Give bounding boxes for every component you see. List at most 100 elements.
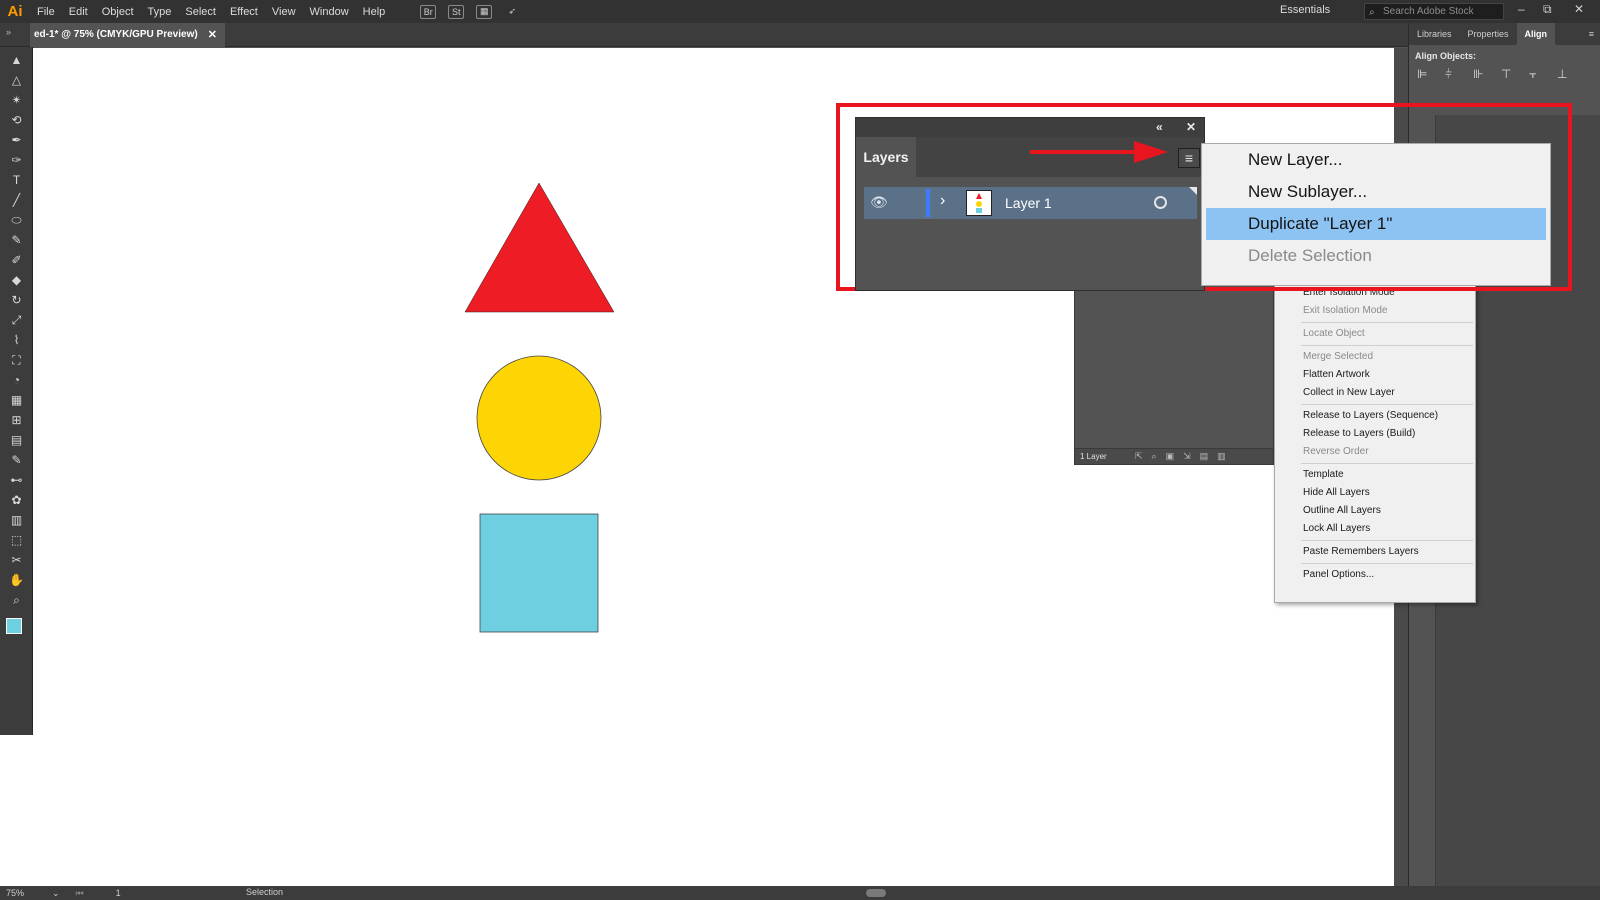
gpu-performance-icon[interactable]: ➶ <box>504 5 520 19</box>
tab-align[interactable]: Align <box>1516 23 1556 45</box>
current-tool-status: Selection <box>246 887 284 897</box>
pen-tool[interactable]: ✒ <box>0 130 33 150</box>
paintbrush-tool[interactable]: ✎ <box>0 230 33 250</box>
eraser-tool[interactable]: ◆ <box>0 270 33 290</box>
magic-wand-tool[interactable]: ✴ <box>0 90 33 110</box>
menu-view[interactable]: View <box>265 6 303 18</box>
minimize-button[interactable]: – <box>1518 2 1525 16</box>
free-transform-tool[interactable]: ⛶ <box>0 350 33 370</box>
status-bar: 75% ⌄ ⏮ 1 Selection <box>0 886 1600 900</box>
layers-footer-icons[interactable]: ⇱⌕▣⇲▤▥ <box>1135 449 1235 464</box>
mesh-tool[interactable]: ⊞ <box>0 410 33 430</box>
fill-stroke-swatch[interactable] <box>6 618 22 634</box>
context-menu-item[interactable]: Panel Options... <box>1275 566 1475 584</box>
tab-libraries[interactable]: Libraries <box>1409 23 1460 45</box>
context-menu-item[interactable]: Collect in New Layer <box>1275 384 1475 402</box>
menu-select[interactable]: Select <box>178 6 223 18</box>
menu-window[interactable]: Window <box>303 6 356 18</box>
menu-separator <box>1301 404 1473 405</box>
rectangle-tool[interactable]: ⬭ <box>0 210 33 230</box>
bridge-icon[interactable]: Br <box>420 4 437 19</box>
yellow-circle[interactable] <box>476 355 602 481</box>
shaper-tool[interactable]: ✐ <box>0 250 33 270</box>
line-tool[interactable]: ╱ <box>0 190 33 210</box>
align-left-icon[interactable]: ⊫ <box>1417 67 1433 81</box>
arrange-documents-icon[interactable]: ▦ <box>476 4 493 19</box>
tab-properties[interactable]: Properties <box>1460 23 1517 45</box>
align-vcenter-icon[interactable]: ⫟ <box>1529 67 1545 81</box>
rotate-tool[interactable]: ↻ <box>0 290 33 310</box>
workspace-switcher[interactable]: Essentials <box>1280 4 1330 16</box>
type-tool[interactable]: T <box>0 170 33 190</box>
slice-tool[interactable]: ✂ <box>0 550 33 570</box>
curvature-tool[interactable]: ✑ <box>0 150 33 170</box>
shape-builder-tool[interactable]: ◔ <box>0 370 33 390</box>
expand-layer-icon[interactable]: › <box>940 192 945 210</box>
tab-layers[interactable]: Layers <box>856 137 916 177</box>
align-hcenter-icon[interactable]: ⫩ <box>1445 67 1461 81</box>
zoom-level[interactable]: 75% <box>0 888 40 898</box>
layer-thumbnail <box>966 190 992 216</box>
context-menu-item[interactable]: Release to Layers (Sequence) <box>1275 407 1475 425</box>
collapse-panel-icon[interactable]: « <box>1156 120 1163 134</box>
red-triangle[interactable] <box>464 182 615 313</box>
context-menu-item[interactable]: Template <box>1275 466 1475 484</box>
horizontal-scrollbar-thumb[interactable] <box>866 889 886 897</box>
scale-tool[interactable]: ⤢ <box>0 310 33 330</box>
menu-effect[interactable]: Effect <box>223 6 265 18</box>
close-tab-icon[interactable]: ✕ <box>208 23 217 47</box>
close-app-button[interactable]: ✕ <box>1574 2 1584 16</box>
column-graph-tool[interactable]: ▥ <box>0 510 33 530</box>
context-menu-item[interactable]: Lock All Layers <box>1275 520 1475 538</box>
align-top-icon[interactable]: ⊤ <box>1501 67 1517 81</box>
cyan-square[interactable] <box>479 513 599 633</box>
menu-bar: Ai File Edit Object Type Select Effect V… <box>0 0 1600 23</box>
visibility-eye-icon[interactable]: 👁 <box>870 194 888 211</box>
context-menu-item[interactable]: Outline All Layers <box>1275 502 1475 520</box>
context-menu-item[interactable]: Hide All Layers <box>1275 484 1475 502</box>
first-artboard-icon[interactable]: ⏮ <box>76 888 84 899</box>
zoomed-flyout-menu: New Layer... New Sublayer... Duplicate "La… <box>1201 143 1551 286</box>
layer-name[interactable]: Layer 1 <box>1005 195 1052 211</box>
align-right-icon[interactable]: ⊪ <box>1473 67 1489 81</box>
menu-type[interactable]: Type <box>141 6 179 18</box>
menu-object[interactable]: Object <box>95 6 141 18</box>
context-menu-item[interactable]: Flatten Artwork <box>1275 366 1475 384</box>
menu-edit[interactable]: Edit <box>62 6 95 18</box>
artboard-tool[interactable]: ⬚ <box>0 530 33 550</box>
document-tab[interactable]: ed-1* @ 75% (CMYK/GPU Preview) ✕ <box>30 23 225 47</box>
artboard-number[interactable]: 1 <box>116 888 121 898</box>
layers-panel-menu-button[interactable]: ≡ <box>1178 148 1200 168</box>
flyout-menu-item[interactable]: Duplicate "Layer 1" <box>1206 208 1546 240</box>
selection-corner-icon <box>1189 187 1197 195</box>
flyout-menu-item[interactable]: New Layer... <box>1202 144 1550 176</box>
collapse-toolbar-icon[interactable]: » <box>6 27 11 37</box>
eyedropper-tool[interactable]: ✎ <box>0 450 33 470</box>
target-circle-icon[interactable] <box>1154 196 1167 209</box>
selection-tool[interactable]: ▲ <box>0 50 33 70</box>
gradient-tool[interactable]: ▤ <box>0 430 33 450</box>
hand-tool[interactable]: ✋ <box>0 570 33 590</box>
menu-file[interactable]: File <box>30 6 62 18</box>
close-panel-icon[interactable]: ✕ <box>1186 120 1196 134</box>
direct-selection-tool[interactable]: △ <box>0 70 33 90</box>
context-menu-item[interactable]: Release to Layers (Build) <box>1275 425 1475 443</box>
restore-button[interactable]: ⧉ <box>1543 2 1552 17</box>
symbol-sprayer-tool[interactable]: ✿ <box>0 490 33 510</box>
zoom-dropdown-icon[interactable]: ⌄ <box>52 888 60 899</box>
stock-icon[interactable]: St <box>448 4 465 19</box>
panel-menu-icon[interactable]: ≡ <box>1589 29 1600 39</box>
perspective-grid-tool[interactable]: ▦ <box>0 390 33 410</box>
lasso-tool[interactable]: ⟲ <box>0 110 33 130</box>
search-stock-input[interactable]: ⌕ Search Adobe Stock <box>1364 3 1504 20</box>
flyout-menu-item[interactable]: New Sublayer... <box>1202 176 1550 208</box>
blend-tool[interactable]: ⊷ <box>0 470 33 490</box>
warp-tool[interactable]: ⌇ <box>0 330 33 350</box>
align-bottom-icon[interactable]: ⊥ <box>1557 67 1573 81</box>
zoom-tool[interactable]: ⌕ <box>0 590 33 610</box>
right-panel-tabs: Libraries Properties Align ≡ <box>1409 23 1600 45</box>
context-menu-item[interactable]: Paste Remembers Layers <box>1275 543 1475 561</box>
zoomed-panel-titlebar: « ✕ <box>856 118 1204 137</box>
menu-help[interactable]: Help <box>356 6 393 18</box>
layer-row[interactable]: 👁 › Layer 1 <box>864 187 1197 219</box>
